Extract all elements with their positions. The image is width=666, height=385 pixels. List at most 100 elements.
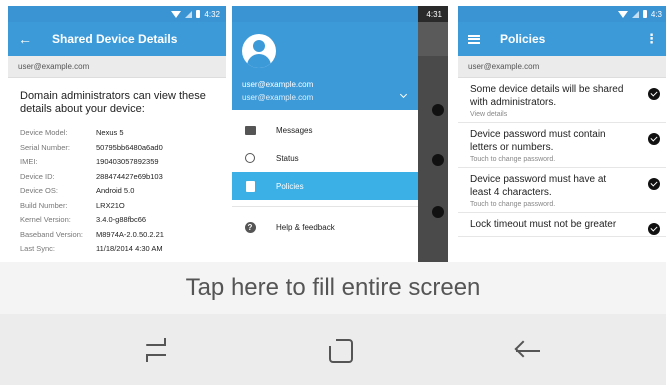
detail-row: Baseband Version: M8974A-2.0.50.2.21 [20,228,214,243]
drawer-header: user@example.com user@example.com [232,6,418,110]
detail-label: Baseband Version: [20,229,83,239]
detail-row: Serial Number: 50795bb6480a6ad0 [20,141,214,156]
account-label: user@example.com [8,56,226,78]
battery-icon [196,10,201,18]
detail-label: IMEI: [20,157,38,166]
check-icon [648,223,660,235]
menu-item-label: Messages [276,125,313,135]
fill-screen-text: Tap here to fill entire screen [185,274,481,301]
detail-row: Device Model: Nexus 5 [20,126,214,141]
recent-apps-icon[interactable] [142,336,172,366]
policy-item[interactable]: Lock timeout must not be greater [458,213,666,237]
app-bar: ← Shared Device Details [8,22,226,56]
menu-item-label: Policies [276,181,304,191]
account-label: user@example.com [458,56,666,78]
detail-value: LRX21O [96,200,125,210]
signal-icon [185,10,193,18]
detail-row: Kernel Version: 3.4.0-g88fbc66 [20,213,214,228]
wifi-icon [617,10,628,18]
detail-label: Device ID: [20,171,55,181]
status-bar [232,6,418,22]
status-time: 4:3 [650,9,662,19]
battery-icon [642,10,647,18]
app-bar: Policies ⋮ [458,22,666,56]
system-navigation-bar [0,314,666,385]
status-time: 4:31 [426,9,442,19]
page-title: Shared Device Details [52,32,178,46]
screen-shared-device-details: 4:32 ← Shared Device Details user@exampl… [8,6,226,262]
wifi-icon [171,10,182,18]
screen-policies: 4:3 Policies ⋮ user@example.com Some dev… [458,6,666,262]
detail-row: IMEI: 190403057892359 [20,155,214,170]
check-icon [432,104,444,116]
policy-item[interactable]: Device password must contain letters or … [458,123,666,168]
policies-icon [244,180,256,192]
navigation-drawer: user@example.com user@example.com Messag… [232,6,418,262]
detail-value: Nexus 5 [96,128,124,137]
check-icon [432,206,444,218]
back-arrow-icon[interactable]: ← [18,31,32,47]
menu-item-label: Status [276,153,299,163]
menu-item-policies[interactable]: Policies [232,172,418,200]
policies-list: Some device details will be shared with … [458,78,666,262]
detail-value: 50795bb6480a6ad0 [96,142,163,152]
detail-row: Device ID: 288474427e69b103 [20,170,214,185]
detail-label: Kernel Version: [20,215,71,224]
home-icon[interactable] [326,336,356,366]
messages-icon [244,124,256,136]
detail-value: M8974A-2.0.50.2.21 [96,229,164,239]
divider [232,206,418,207]
page-title: Policies [500,32,546,46]
check-icon [648,133,660,145]
dimmed-app-bar [418,22,448,56]
policy-subtitle: Touch to change password. [470,156,556,163]
check-icon [648,88,660,100]
detail-value: Android 5.0 [96,186,135,195]
policy-subtitle: View details [470,111,508,118]
menu-item-status[interactable]: Status [232,144,418,172]
detail-label: Serial Number: [20,142,71,152]
account-email-secondary: user@example.com [242,93,314,102]
status-time: 4:32 [204,9,220,19]
details-heading: Domain administrators can view these det… [20,90,206,115]
help-icon: ? [244,221,256,233]
detail-label: Device Model: [20,128,68,137]
detail-label: Last Sync: [20,244,56,253]
detail-row: Build Number: LRX21O [20,199,214,214]
detail-value: 288474427e69b103 [96,171,163,181]
details-content: Domain administrators can view these det… [8,78,226,262]
back-icon[interactable] [512,336,542,366]
menu-item-help[interactable]: ? Help & feedback [232,213,418,241]
detail-label: Device OS: [20,186,58,195]
status-bar: 4:32 [8,6,226,22]
detail-row: Last Sync: 11/18/2014 4:30 AM [20,242,214,257]
policy-subtitle: Touch to change password. [470,201,556,208]
check-icon [648,178,660,190]
overflow-menu-icon[interactable]: ⋮ [645,31,658,47]
status-bar: 4:31 [408,6,448,22]
detail-value: 3.4.0-g88fbc66 [96,215,147,224]
policy-title: Device password must have at least 4 cha… [470,174,607,198]
account-email: user@example.com [242,80,314,89]
signal-icon [631,10,639,18]
screen-navigation-drawer: 4:31 user@example.com user@example.com M… [232,6,448,262]
status-icon [244,152,256,164]
menu-item-label: Help & feedback [276,222,335,232]
avatar-icon [242,34,276,68]
chevron-down-icon[interactable] [399,90,408,99]
policy-title: Lock timeout must not be greater [470,219,617,230]
detail-value: 11/18/2014 4:30 AM [96,244,163,253]
detail-row: Device OS: Android 5.0 [20,184,214,199]
policy-item[interactable]: Some device details will be shared with … [458,78,666,123]
dimmed-background[interactable]: 4:31 [408,6,448,262]
policy-title: Device password must contain letters or … [470,129,606,153]
fill-screen-banner[interactable]: Tap here to fill entire screen [0,262,666,314]
policy-title: Some device details will be shared with … [470,84,624,108]
detail-value: 190403057892359 [96,157,159,166]
check-icon [432,154,444,166]
detail-label: Build Number: [20,200,68,210]
menu-item-messages[interactable]: Messages [232,116,418,144]
status-bar: 4:3 [458,6,666,22]
hamburger-menu-icon[interactable] [468,34,480,44]
policy-item[interactable]: Device password must have at least 4 cha… [458,168,666,213]
